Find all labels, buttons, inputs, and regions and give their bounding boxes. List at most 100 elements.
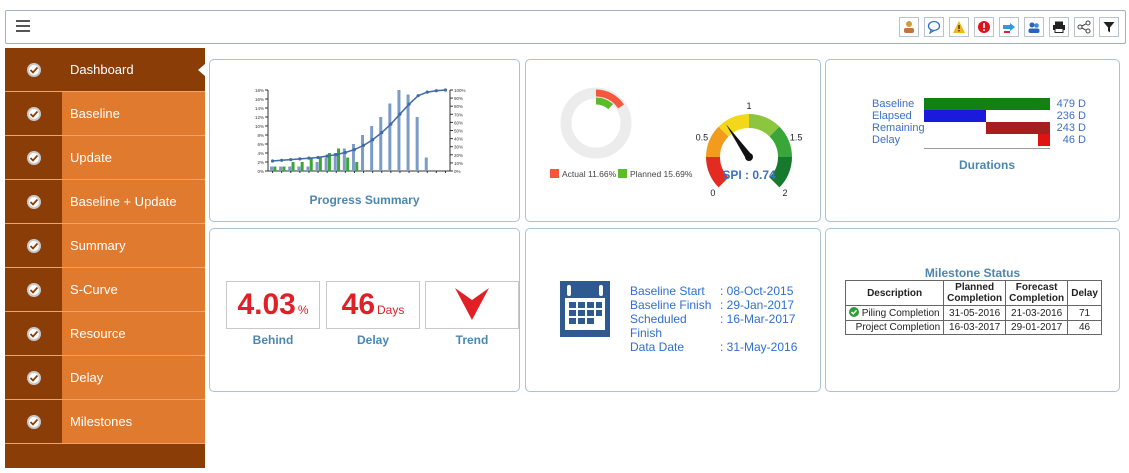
legend-actual-label: Actual 11.66% (562, 169, 617, 179)
y-tick-label: 0% (257, 169, 264, 174)
export-icon[interactable] (999, 17, 1019, 37)
sidebar-item-label: Update (62, 136, 205, 179)
sidebar-item-summary[interactable]: Summary (5, 224, 205, 268)
milestone-cell: 16-03-2017 (943, 320, 1007, 335)
comment-icon[interactable] (924, 17, 944, 37)
milestone-cell: 46 (1067, 320, 1102, 335)
s-curve-point (425, 90, 429, 94)
trend-box (425, 281, 519, 329)
schedule-key: Baseline Start (630, 284, 705, 298)
milestone-header-row: Description Planned Completion Forecast … (844, 280, 1102, 306)
progress-bar (415, 117, 419, 171)
progress-summary-chart: 18% 16% 14% 12% 10% 8% 6% 4% 2% 0% 100% 90% 80% 70% 60… (255, 88, 466, 174)
durations-card[interactable]: Baseline 479 D Elapsed 236 D Remaining 2… (825, 59, 1120, 222)
duration-value: 236 D (1056, 110, 1086, 122)
duration-label: Remaining (872, 122, 925, 134)
delay-value: 46 (341, 288, 376, 321)
user-icon[interactable] (899, 17, 919, 37)
y-tick-label: 6% (257, 142, 264, 147)
delay-box: 46 Days (326, 281, 420, 329)
sidebar-item-label: S-Curve (62, 268, 205, 311)
spi-gauge: 0 0.5 1 1.5 2 (696, 101, 803, 198)
schedule-card[interactable]: Baseline Start: 08-Oct-2015 Baseline Fin… (525, 228, 821, 392)
progress-bar (370, 126, 374, 171)
y2-tick-label: 70% (454, 112, 463, 117)
duration-value: 46 D (1062, 134, 1086, 146)
sidebar: Dashboard Baseline Update Baseline + Upd… (5, 48, 205, 468)
y2-tick-label: 50% (454, 129, 463, 134)
y-tick-label: 18% (255, 88, 264, 93)
durations-title: Durations (958, 158, 1015, 172)
milestone-cell: Project Completion (844, 320, 945, 335)
duration-label: Elapsed (872, 110, 912, 122)
s-curve-point (416, 94, 420, 98)
progress-bar (397, 90, 401, 171)
sidebar-item-dashboard[interactable]: Dashboard (5, 48, 205, 92)
duration-label: Delay (872, 134, 901, 146)
y2-tick-label: 60% (454, 120, 463, 125)
duration-bar (924, 98, 1050, 110)
progress-bar (297, 166, 301, 171)
s-curve-point (307, 156, 311, 160)
users-icon[interactable] (1024, 17, 1044, 37)
sidebar-item-label: Milestones (62, 400, 205, 443)
progress-bar (315, 162, 319, 171)
s-curve-point (443, 88, 448, 92)
duration-row-delay: Delay 46 D (872, 134, 1086, 146)
check-icon (26, 282, 41, 297)
s-curve-point (380, 131, 384, 135)
progress-bar (424, 157, 428, 171)
y-tick-label: 2% (257, 160, 264, 165)
gauge-tick-label: 1 (746, 101, 751, 111)
s-curve-point (434, 89, 438, 93)
check-icon (26, 326, 41, 341)
print-icon[interactable] (1049, 17, 1069, 37)
s-curve-point (407, 102, 411, 106)
milestone-cell: 31-05-2016 (943, 305, 1007, 321)
spi-card[interactable]: 0 0.5 1 1.5 2 Actual 11.66% Planned 15.69% S… (525, 59, 821, 222)
sidebar-item-delay[interactable]: Delay (5, 356, 205, 400)
sidebar-item-resource[interactable]: Resource (5, 312, 205, 356)
y2-tick-label: 90% (454, 96, 463, 101)
sidebar-item-baseline-update[interactable]: Baseline + Update (5, 180, 205, 224)
duration-bar (924, 110, 987, 122)
sidebar-item-baseline[interactable]: Baseline (5, 92, 205, 136)
sidebar-item-s-curve[interactable]: S-Curve (5, 268, 205, 312)
y-tick-label: 16% (255, 97, 264, 102)
s-curve-point (334, 153, 338, 157)
schedule-row: Baseline Finish: 29-Jan-2017 (630, 298, 797, 312)
s-curve-point (270, 159, 275, 163)
schedule-row: Data Date: 31-May-2016 (630, 340, 797, 354)
progress-bar (324, 157, 328, 171)
delay-label: Delay (356, 333, 390, 347)
sidebar-item-label: Baseline (62, 92, 205, 135)
trend-down-icon (455, 288, 489, 320)
s-curve-point (289, 157, 293, 162)
status-card[interactable]: 4.03% Behind 46 Days Delay Trend (209, 228, 520, 392)
menu-icon[interactable] (16, 20, 30, 32)
sidebar-item-update[interactable]: Update (5, 136, 205, 180)
s-curve-point (343, 150, 347, 155)
sidebar-item-label: Baseline + Update (62, 180, 205, 223)
milestone-card[interactable]: Milestone Status Description Planned Com… (825, 228, 1120, 392)
sidebar-item-label: Dashboard (62, 48, 205, 91)
durations-chart: Baseline 479 D Elapsed 236 D Remaining 2… (872, 98, 1086, 149)
share-icon[interactable] (1074, 17, 1094, 37)
warning-icon[interactable] (949, 17, 969, 37)
gauge-tick-label: 1.5 (790, 132, 803, 142)
behind-value: 4.03 (237, 288, 296, 321)
progress-bar (288, 166, 292, 171)
y2-tick-label: 40% (454, 137, 463, 142)
alert-icon[interactable] (974, 17, 994, 37)
duration-label: Baseline (872, 98, 915, 110)
progress-summary-card[interactable]: 18% 16% 14% 12% 10% 8% 6% 4% 2% 0% 100% 90% 80% 70% 60… (209, 59, 520, 222)
y2-tick-label: 80% (454, 104, 463, 109)
milestone-header: Planned Completion (943, 280, 1007, 306)
progress-summary-title: Progress Summary (309, 193, 420, 207)
milestone-header: Delay (1067, 280, 1102, 306)
s-curve-point (389, 122, 393, 126)
sidebar-item-milestones[interactable]: Milestones (5, 400, 205, 444)
filter-icon[interactable] (1099, 17, 1119, 37)
s-curve-point (316, 155, 320, 160)
duration-bar (1037, 134, 1050, 146)
